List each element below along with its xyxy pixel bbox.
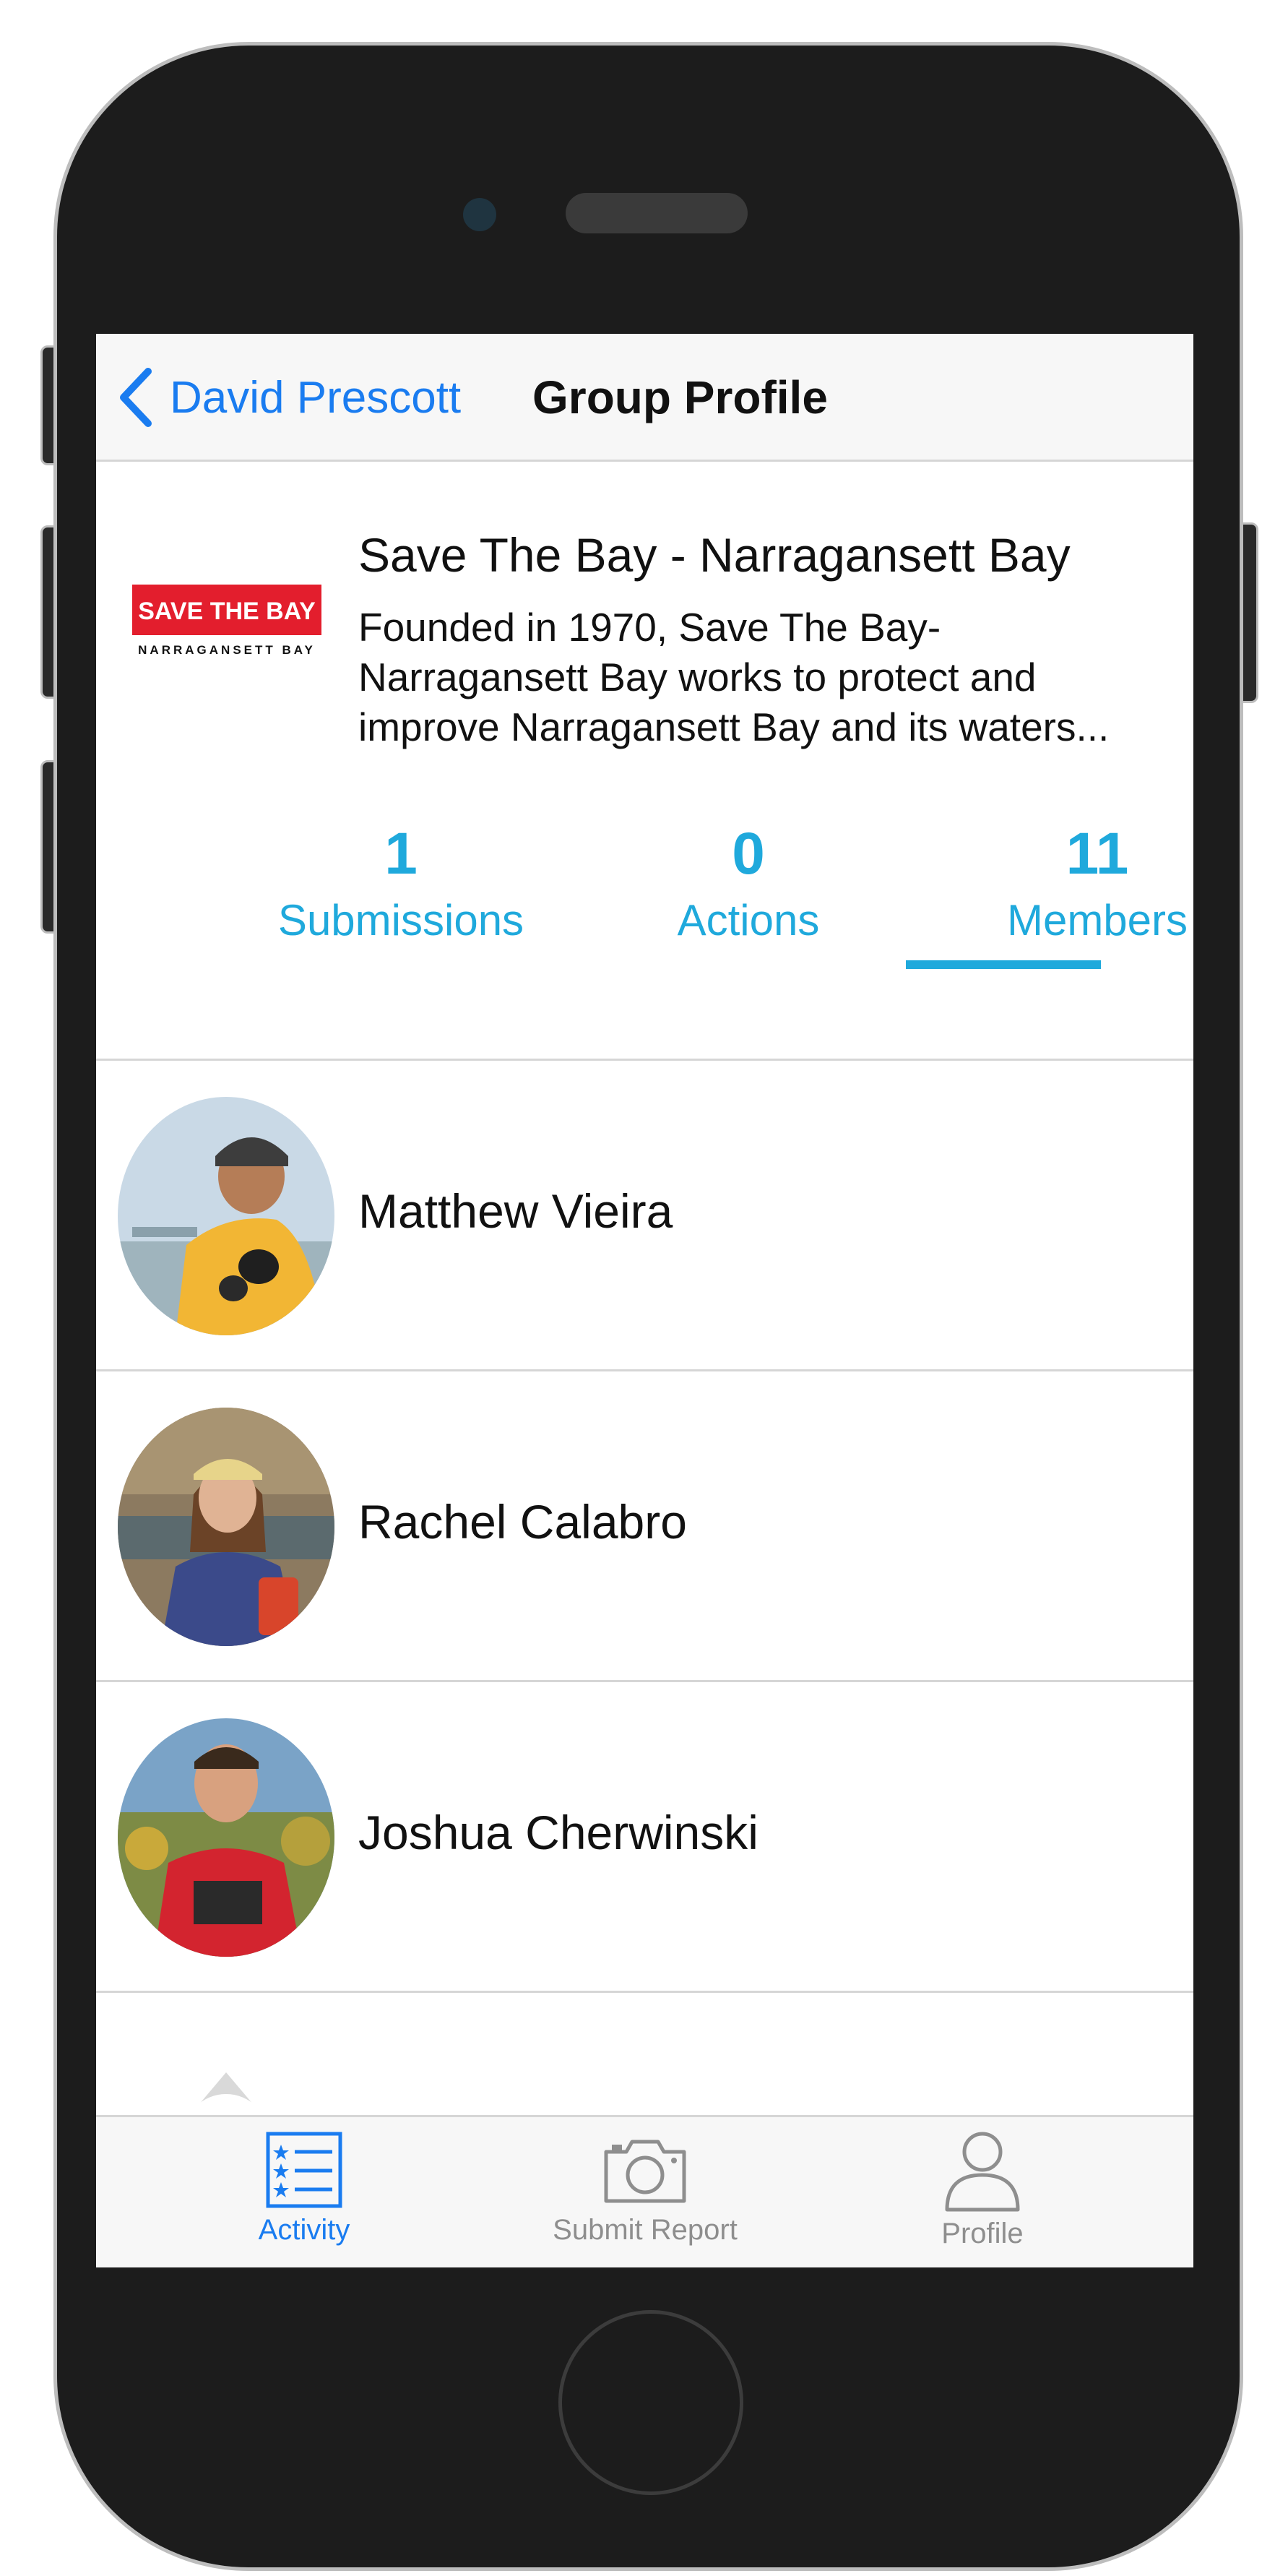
stat-submissions[interactable]: 1 Submissions <box>228 818 574 951</box>
camera-icon <box>604 2140 686 2203</box>
tab-bar: Activity Submit Report Profile <box>96 2115 1193 2267</box>
tab-activity[interactable]: Activity <box>152 2117 456 2267</box>
active-tab-indicator <box>906 960 1101 969</box>
members-label: Members <box>1006 896 1188 944</box>
member-name: Rachel Calabro <box>358 1495 687 1548</box>
tab-activity-label: Activity <box>258 2214 350 2246</box>
group-name: Save The Bay - Narragansett Bay <box>358 528 1071 582</box>
submissions-label: Submissions <box>277 896 524 944</box>
person-icon <box>945 2132 1020 2212</box>
front-camera <box>463 198 496 231</box>
back-button[interactable]: David Prescott <box>116 368 462 427</box>
member-row[interactable]: Rachel Calabro <box>96 1371 1193 1682</box>
app-screen: David Prescott Group Profile SAVE THE BA… <box>96 334 1193 2267</box>
stat-actions[interactable]: 0 Actions <box>575 818 922 951</box>
stat-members[interactable]: 11 Members <box>924 818 1193 951</box>
member-name: Joshua Cherwinski <box>358 1806 758 1859</box>
chevron-left-icon <box>120 368 152 427</box>
back-button-label: David Prescott <box>170 372 462 423</box>
group-description-line: Narragansett Bay works to protect and <box>358 655 1037 699</box>
avatar <box>118 1097 334 1335</box>
list-icon <box>266 2132 342 2208</box>
tab-profile-label: Profile <box>941 2218 1024 2249</box>
tab-profile[interactable]: Profile <box>831 2117 1134 2267</box>
group-description-line: improve Narragansett Bay and its waters.… <box>358 705 1110 749</box>
submissions-count: 1 <box>384 821 418 887</box>
actions-count: 0 <box>732 821 765 887</box>
canvas: David Prescott Group Profile SAVE THE BA… <box>0 0 1288 2576</box>
member-name: Matthew Vieira <box>358 1184 673 1238</box>
navigation-bar: David Prescott Group Profile <box>96 334 1193 462</box>
actions-label: Actions <box>677 896 820 944</box>
tab-submit-report-label: Submit Report <box>553 2214 738 2246</box>
members-count: 11 <box>1066 821 1129 887</box>
member-row[interactable]: Matthew Vieira <box>96 1061 1193 1371</box>
logo-subtitle: NARRAGANSETT BAY <box>138 643 316 657</box>
home-button[interactable] <box>558 2310 743 2495</box>
earpiece-speaker <box>566 193 748 233</box>
avatar <box>118 1718 334 1957</box>
page-title: Group Profile <box>532 371 828 423</box>
tab-submit-report[interactable]: Submit Report <box>493 2117 797 2267</box>
group-logo: SAVE THE BAY NARRAGANSETT BAY <box>131 583 323 664</box>
group-description-line: Founded in 1970, Save The Bay- <box>358 605 941 650</box>
member-row[interactable]: Joshua Cherwinski <box>96 1682 1193 1993</box>
avatar <box>118 1408 334 1646</box>
group-description: Founded in 1970, Save The Bay- Narragans… <box>358 603 1175 752</box>
logo-title: SAVE THE BAY <box>138 598 316 625</box>
